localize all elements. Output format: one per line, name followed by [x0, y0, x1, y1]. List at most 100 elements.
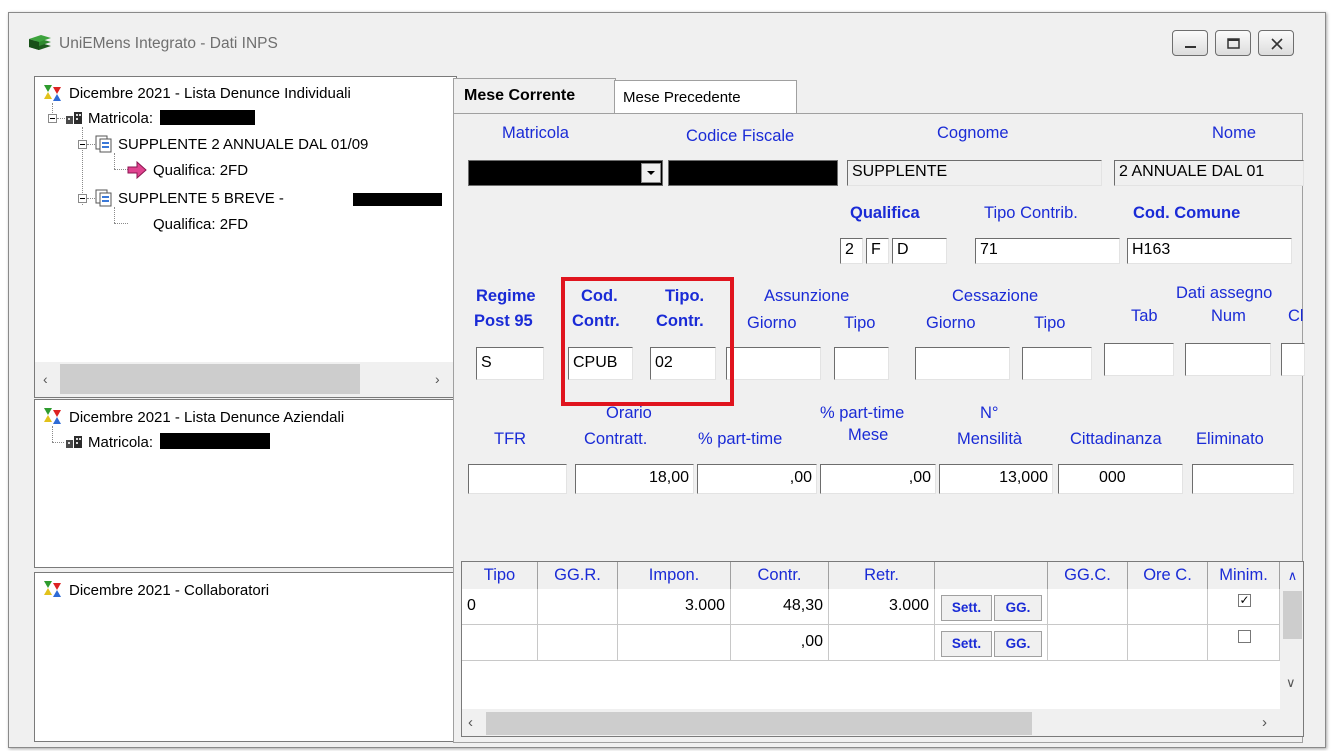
close-icon [1271, 38, 1283, 50]
grid-cell[interactable]: 48,30 [731, 589, 829, 625]
grid-cell [1208, 625, 1280, 661]
expand-toggle[interactable] [78, 194, 87, 203]
tree-item-qualifica[interactable]: Qualifica: 2FD [153, 162, 248, 179]
gg-button[interactable]: GG. [994, 595, 1042, 621]
grid-header-ggr[interactable]: GG.R. [538, 562, 618, 589]
close-button[interactable] [1258, 30, 1294, 56]
qualifica-field-3[interactable]: D [892, 238, 947, 264]
grid-cell[interactable]: 3.000 [618, 589, 731, 625]
restore-button[interactable] [1215, 30, 1251, 56]
grid-cell: ✓ [1208, 589, 1280, 625]
grid-cell[interactable]: 0 [462, 589, 538, 625]
grid-header-sett[interactable] [935, 562, 1048, 589]
grid-header-contr[interactable]: Contr. [731, 562, 829, 589]
horizontal-scrollbar[interactable]: ‹ › [462, 709, 1303, 736]
grid-cell[interactable] [462, 625, 538, 661]
tree-denunce-aziendali: Dicembre 2021 - Lista Denunce Aziendali … [34, 399, 457, 568]
assunzione-giorno-field[interactable] [726, 347, 821, 380]
highlight-box [561, 277, 734, 406]
nome-field[interactable]: 2 ANNUALE DAL 01 [1114, 160, 1304, 186]
cessazione-giorno-field[interactable] [915, 347, 1010, 380]
matricola-label[interactable]: Matricola: [88, 434, 153, 451]
scroll-up-icon[interactable]: ∧ [1280, 562, 1303, 589]
parttime-label: % part-time [698, 430, 783, 448]
minimize-icon [1185, 46, 1196, 48]
redacted-matricola [160, 110, 255, 125]
mensilita-field[interactable]: 13,000 [939, 464, 1053, 494]
assunzione-label: Assunzione [764, 287, 850, 305]
qualifica-field-1[interactable]: 2 [840, 238, 863, 264]
cod-comune-field[interactable]: H163 [1127, 238, 1292, 264]
tipo-contrib-field[interactable]: 71 [975, 238, 1120, 264]
cognome-label: Cognome [937, 124, 1009, 142]
tree-root-label[interactable]: Dicembre 2021 - Lista Denunce Aziendali [69, 409, 344, 426]
parttime-field[interactable]: ,00 [697, 464, 817, 494]
expand-toggle[interactable] [78, 140, 87, 149]
minimize-button[interactable] [1172, 30, 1208, 56]
grid-cell[interactable] [1128, 625, 1208, 661]
scrollbar-thumb[interactable] [486, 712, 1032, 735]
grid-cell[interactable]: 3.000 [829, 589, 935, 625]
regime-post95-field[interactable]: S [476, 347, 544, 380]
scroll-left-icon[interactable]: ‹ [468, 714, 473, 731]
tree-root-label[interactable]: Dicembre 2021 - Collaboratori [69, 582, 269, 599]
minim-checkbox[interactable] [1238, 630, 1251, 643]
matricola-label[interactable]: Matricola: [88, 110, 153, 127]
scroll-down-icon[interactable]: ∨ [1286, 675, 1296, 691]
scroll-right-icon[interactable]: › [435, 371, 440, 387]
parttime-mese-field[interactable]: ,00 [820, 464, 936, 494]
grid-cell[interactable] [829, 625, 935, 661]
assunzione-tipo-field[interactable] [834, 347, 889, 380]
tree-item-supplente-5[interactable]: SUPPLENTE 5 BREVE - [118, 190, 284, 207]
assegno-num-field[interactable] [1185, 343, 1271, 376]
sett-button[interactable]: Sett. [941, 631, 992, 657]
matricola-select[interactable] [468, 160, 663, 186]
dati-assegno-label: Dati assegno [1176, 284, 1273, 302]
main-window: UniEMens Integrato - Dati INPS Dicembre … [8, 12, 1326, 748]
assegno-tab-field[interactable] [1104, 343, 1174, 376]
tfr-label: TFR [494, 430, 527, 448]
dropdown-button[interactable] [641, 163, 661, 183]
cessazione-tipo-field[interactable] [1022, 347, 1092, 380]
grid-cell[interactable] [1048, 625, 1128, 661]
assegno-num-label: Num [1211, 307, 1246, 325]
tfr-field[interactable] [468, 464, 567, 494]
grid-cell[interactable] [538, 589, 618, 625]
document-icon [95, 189, 112, 207]
expand-toggle[interactable] [48, 114, 57, 123]
gg-button[interactable]: GG. [994, 631, 1042, 657]
grid-header-minim[interactable]: Minim. [1208, 562, 1280, 589]
eliminato-field[interactable] [1192, 464, 1294, 494]
scrollbar-thumb[interactable] [60, 364, 360, 394]
grid-header-tipo[interactable]: Tipo [462, 562, 538, 589]
tree-item-qualifica[interactable]: Qualifica: 2FD [153, 216, 248, 233]
cognome-field[interactable]: SUPPLENTE [847, 160, 1102, 186]
grid-cell[interactable] [538, 625, 618, 661]
tree-root-label[interactable]: Dicembre 2021 - Lista Denunce Individual… [69, 85, 351, 102]
eliminato-label: Eliminato [1196, 430, 1264, 448]
orario-contratt-field[interactable]: 18,00 [575, 464, 694, 494]
vertical-scrollbar[interactable]: ∨ [1280, 589, 1303, 709]
qualifica-field-2[interactable]: F [866, 238, 889, 264]
grid-cell[interactable]: ,00 [731, 625, 829, 661]
scroll-left-icon[interactable]: ‹ [43, 371, 48, 387]
grid-cell[interactable] [618, 625, 731, 661]
grid-cell[interactable] [1128, 589, 1208, 625]
codice-fiscale-field[interactable] [668, 160, 838, 186]
scrollbar-thumb[interactable] [1283, 591, 1302, 639]
document-icon [95, 135, 112, 153]
sett-button[interactable]: Sett. [941, 595, 992, 621]
grid-header-orec[interactable]: Ore C. [1128, 562, 1208, 589]
tree-item-supplente-2[interactable]: SUPPLENTE 2 ANNUALE DAL 01/09 [118, 136, 368, 153]
grid-cell[interactable] [1048, 589, 1128, 625]
tab-mese-corrente[interactable]: Mese Corrente [453, 78, 616, 114]
grid-header-impon[interactable]: Impon. [618, 562, 731, 589]
scroll-right-icon[interactable]: › [1262, 714, 1267, 731]
assegno-cl-field[interactable] [1281, 343, 1305, 376]
tab-mese-precedente[interactable]: Mese Precedente [614, 80, 797, 113]
grid-header-retr[interactable]: Retr. [829, 562, 935, 589]
horizontal-scrollbar[interactable]: ‹ › [35, 362, 456, 397]
cittadinanza-field[interactable]: 000 [1058, 464, 1183, 494]
minim-checkbox[interactable]: ✓ [1238, 594, 1251, 607]
grid-header-ggc[interactable]: GG.C. [1048, 562, 1128, 589]
